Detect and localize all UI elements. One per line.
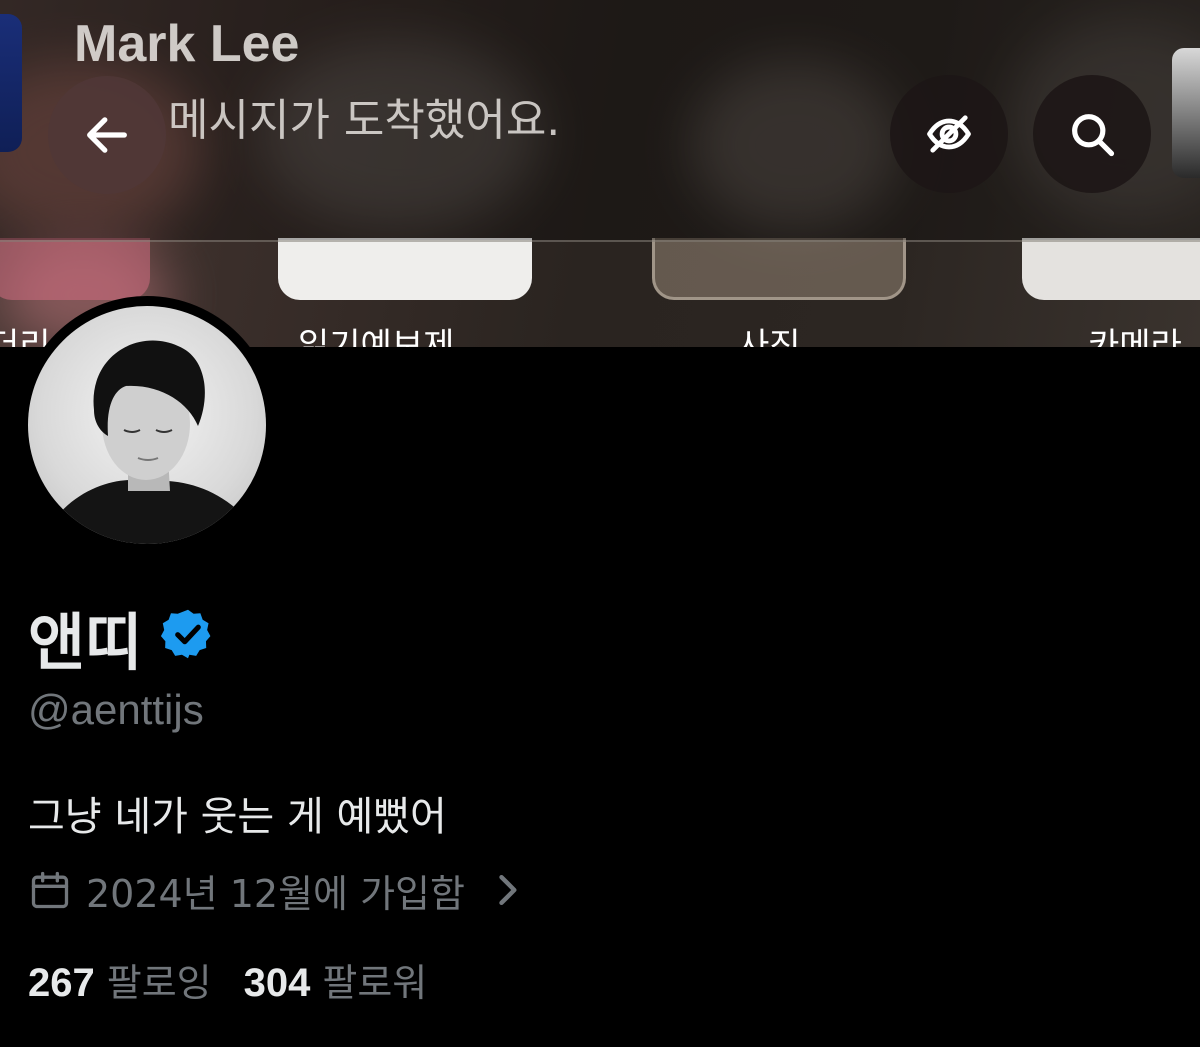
banner-app-tile <box>0 238 150 300</box>
avatar-portrait-illustration <box>38 340 266 544</box>
arrow-left-icon <box>87 117 127 153</box>
chevron-right-icon <box>499 874 517 906</box>
following-label: 팔로잉 <box>106 961 212 1005</box>
banner-app-tile <box>652 238 906 300</box>
follow-stats: 267 팔로잉 304 팔로워 <box>28 952 427 1007</box>
profile-screen: 더리 읽기예보제 사진 카메라 Mark Lee 메시지가 도착했어요. 앤띠 … <box>0 0 1200 1047</box>
profile-bio: 그냥 네가 웃는 게 예뻤어 <box>28 794 447 840</box>
profile-banner[interactable]: 더리 읽기예보제 사진 카메라 Mark Lee 메시지가 도착했어요. <box>0 0 1200 347</box>
avatar-photo <box>28 306 266 544</box>
verified-badge-icon[interactable] <box>160 606 216 662</box>
back-button[interactable] <box>48 76 166 194</box>
notification-banner[interactable]: Mark Lee 메시지가 도착했어요. <box>0 0 1200 242</box>
followers-count: 304 <box>243 961 311 1005</box>
banner-tile-label: 사진 <box>738 326 801 347</box>
username-handle: @aenttijs <box>28 686 204 733</box>
banner-tile-label: 카메라 <box>1088 326 1182 347</box>
eye-slash-icon <box>927 115 971 153</box>
hide-content-button[interactable] <box>890 75 1008 193</box>
calendar-icon <box>31 871 69 909</box>
search-icon <box>1072 114 1115 157</box>
following-link[interactable]: 267 팔로잉 <box>28 952 212 1007</box>
notification-body: 메시지가 도착했어요. <box>168 95 561 146</box>
search-button[interactable] <box>1033 75 1151 193</box>
notification-app-icon <box>0 14 22 152</box>
banner-app-tile <box>1022 238 1200 300</box>
notification-sender-avatar <box>1172 48 1200 178</box>
banner-tile-label: 읽기예보제 <box>298 326 455 347</box>
followers-label: 팔로워 <box>322 961 428 1005</box>
joined-date-text: 2024년 12월에 가입함 <box>86 871 465 916</box>
followers-link[interactable]: 304 팔로워 <box>244 952 428 1007</box>
following-count: 267 <box>28 961 95 1005</box>
joined-date[interactable]: 2024년 12월에 가입함 <box>28 864 529 916</box>
display-name: 앤띠 <box>28 606 143 679</box>
notification-title: Mark Lee <box>74 15 300 73</box>
profile-avatar[interactable] <box>18 296 276 554</box>
banner-app-tile <box>278 238 532 300</box>
